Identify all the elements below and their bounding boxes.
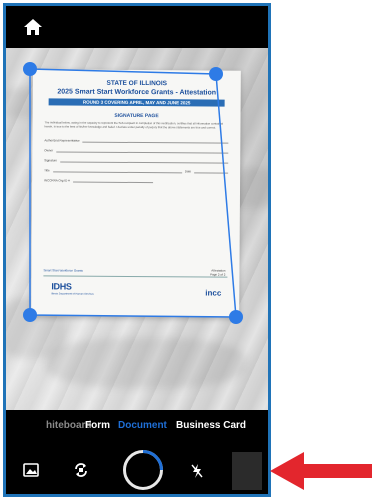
home-icon[interactable] [22,17,44,37]
switch-camera-icon[interactable] [73,462,89,478]
flash-off-icon[interactable] [191,463,203,479]
mode-document[interactable]: Document [118,420,167,431]
shutter-button[interactable] [123,450,163,490]
mode-form[interactable]: Form [85,420,110,431]
document-detection-outline [29,68,237,318]
phone-screen: STATE OF ILLINOIS 2025 Smart Start Workf… [3,3,271,497]
image-gallery-icon[interactable] [23,463,39,477]
last-capture-thumbnail[interactable] [232,452,262,490]
capture-mode-selector: hiteboard Form Document Business Card [6,416,268,436]
crop-handle-top-right[interactable] [209,67,223,81]
shutter-progress-ring [142,450,163,471]
top-bar [6,6,268,48]
camera-viewfinder: STATE OF ILLINOIS 2025 Smart Start Workf… [6,48,268,410]
crop-handle-bottom-left[interactable] [23,308,37,322]
mode-business-card[interactable]: Business Card [176,420,246,431]
camera-controls-bar: hiteboard Form Document Business Card [6,410,268,494]
red-arrow-annotation [270,452,372,490]
crop-handle-bottom-right[interactable] [229,310,243,324]
crop-handle-top-left[interactable] [23,62,37,76]
